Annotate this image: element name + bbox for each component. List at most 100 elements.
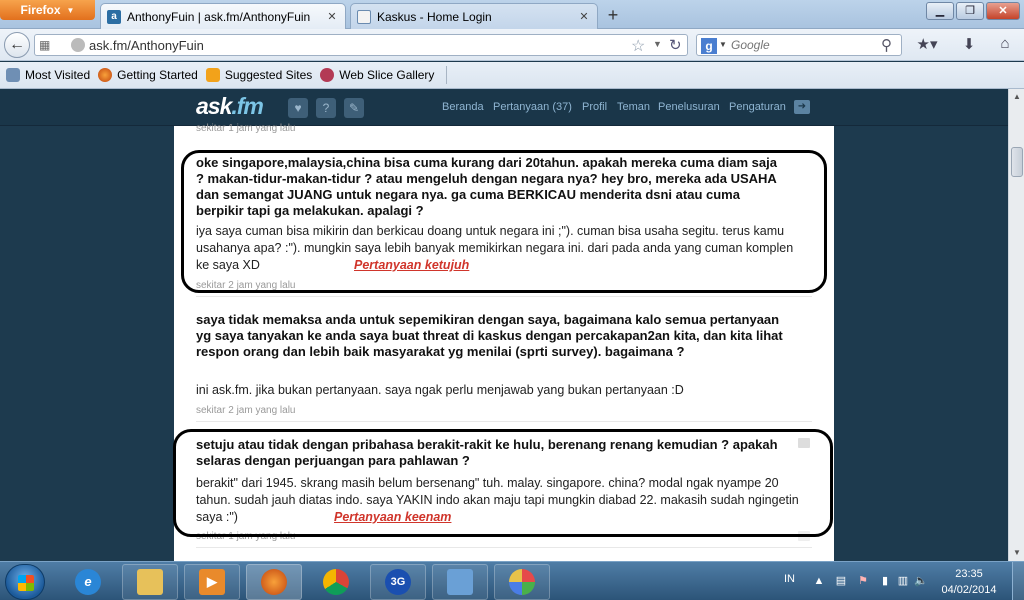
bookmarks-menu-icon[interactable]: ★▾ — [916, 35, 938, 55]
bookmark-label: Most Visited — [25, 68, 91, 82]
firefox-icon — [261, 569, 287, 595]
logo-dot: .fm — [231, 93, 263, 119]
taskbar-chrome[interactable] — [308, 564, 364, 600]
annotation-outline — [173, 429, 833, 537]
menu-profil[interactable]: Profil — [582, 101, 607, 113]
address-bar[interactable]: ▦ ask.fm/AnthonyFuin ☆ ▼ ↻ — [34, 34, 688, 56]
start-button[interactable] — [5, 564, 45, 600]
bookmark-label: Web Slice Gallery — [339, 68, 435, 82]
question-icon[interactable]: ? — [316, 98, 336, 118]
clock-time: 23:35 — [955, 568, 983, 580]
minimize-button[interactable]: ▁ — [926, 2, 954, 20]
taskbar-paint[interactable] — [494, 564, 550, 600]
annotation-outline — [181, 150, 827, 293]
bookmark-folder-icon — [6, 68, 20, 82]
window-close-button[interactable]: ✕ — [986, 2, 1020, 20]
post-divider — [196, 296, 812, 297]
post-time: sekitar 2 jam yang lalu — [196, 405, 296, 416]
battery-icon[interactable]: ▮ — [878, 574, 892, 588]
bookmark-suggested-sites[interactable]: Suggested Sites — [205, 68, 313, 82]
bookmark-getting-started[interactable]: Getting Started — [98, 68, 198, 82]
globe-icon — [71, 38, 85, 52]
menu-penelusuran[interactable]: Penelusuran — [658, 101, 720, 113]
heart-icon[interactable]: ♥ — [288, 98, 308, 118]
menu-pertanyaan[interactable]: Pertanyaan (37) — [493, 101, 572, 113]
askfm-logo[interactable]: ask.fm — [196, 93, 264, 120]
tab-label: AnthonyFuin | ask.fm/AnthonyFuin — [127, 9, 311, 24]
maximize-button[interactable]: ❐ — [956, 2, 984, 20]
web-slice-icon — [320, 68, 335, 82]
taskbar-file-explorer[interactable] — [122, 564, 178, 600]
chevron-down-icon: ▼ — [66, 5, 75, 15]
new-tab-button[interactable]: + — [600, 5, 626, 27]
vertical-scrollbar[interactable]: ▲ ▼ — [1008, 89, 1024, 561]
internet-explorer-icon: e — [75, 569, 101, 595]
scroll-thumb[interactable] — [1011, 147, 1023, 177]
windows-taskbar: e ▶ 3G IN ▲ ▤ ⚑ ▮ ▥ 🔈 23:35 04/02/2014 — [0, 561, 1024, 600]
home-icon[interactable]: ⌂ — [994, 35, 1016, 55]
taskbar-media-player[interactable]: ▶ — [184, 564, 240, 600]
show-desktop-button[interactable] — [1012, 562, 1024, 600]
network-icon[interactable]: ▥ — [896, 574, 910, 588]
question-text: saya tidak memaksa anda untuk sepemikira… — [196, 312, 783, 359]
chrome-icon — [323, 569, 349, 595]
action-center-icon[interactable]: ⚑ — [856, 574, 870, 588]
taskbar-control-panel[interactable] — [432, 564, 488, 600]
toolbar-separator — [446, 66, 448, 84]
control-panel-icon — [447, 569, 473, 595]
navigation-toolbar: ← ▦ ask.fm/AnthonyFuin ☆ ▼ ↻ g ▼ ⚲ ★▾ ⬇ … — [0, 29, 1024, 61]
search-input[interactable] — [731, 37, 871, 53]
kaskus-icon — [357, 9, 371, 24]
close-icon[interactable]: ✕ — [577, 10, 591, 24]
chevron-down-icon[interactable]: ▼ — [719, 40, 727, 49]
answer-text: ini ask.fm. jika bukan pertanyaan. saya … — [196, 383, 684, 397]
taskbar-internet-explorer[interactable]: e — [60, 564, 116, 600]
logo-main: ask — [196, 93, 232, 119]
compose-icon[interactable]: ✎ — [344, 98, 364, 118]
tab-askfm[interactable]: a AnthonyFuin | ask.fm/AnthonyFuin ✕ — [100, 3, 346, 29]
media-player-icon: ▶ — [199, 569, 225, 595]
paint-icon — [509, 569, 535, 595]
show-hidden-icons-icon[interactable]: ▲ — [812, 574, 826, 588]
bookmark-web-slice-gallery[interactable]: Web Slice Gallery — [320, 68, 434, 82]
tray-app-icon[interactable]: ▤ — [834, 574, 848, 588]
search-icon[interactable]: ⚲ — [881, 36, 892, 54]
search-bar[interactable]: g ▼ ⚲ — [696, 34, 902, 56]
menu-teman[interactable]: Teman — [617, 101, 650, 113]
language-indicator[interactable]: IN — [784, 573, 795, 585]
site-identity-icon[interactable]: ▦ — [39, 38, 63, 52]
taskbar-3g-modem[interactable]: 3G — [370, 564, 426, 600]
firefox-menu-button[interactable]: Firefox ▼ — [0, 0, 95, 20]
volume-icon[interactable]: 🔈 — [914, 574, 928, 588]
askfm-icon: a — [107, 9, 121, 24]
3g-modem-icon: 3G — [385, 569, 411, 595]
system-clock[interactable]: 23:35 04/02/2014 — [932, 566, 1006, 598]
back-button[interactable]: ← — [4, 32, 30, 58]
scroll-down-icon[interactable]: ▼ — [1009, 545, 1024, 561]
tab-bar: Firefox ▼ a AnthonyFuin | ask.fm/Anthony… — [0, 0, 1024, 29]
windows-logo-icon — [18, 575, 34, 591]
menu-beranda[interactable]: Beranda — [442, 101, 484, 113]
tab-kaskus[interactable]: Kaskus - Home Login ✕ — [350, 3, 598, 29]
bookmark-most-visited[interactable]: Most Visited — [6, 68, 90, 82]
bookmark-label: Suggested Sites — [224, 68, 313, 82]
firefox-icon — [98, 68, 113, 82]
file-explorer-icon — [137, 569, 163, 595]
close-icon[interactable]: ✕ — [325, 10, 339, 24]
download-icon[interactable]: ⬇ — [958, 35, 980, 55]
post-divider — [196, 547, 812, 548]
chevron-down-icon[interactable]: ▼ — [653, 39, 662, 49]
suggested-sites-icon — [205, 68, 220, 82]
post-time: sekitar 1 jam yang lalu — [196, 123, 296, 134]
taskbar-firefox[interactable] — [246, 564, 302, 600]
firefox-menu-label: Firefox — [20, 3, 61, 17]
tab-label: Kaskus - Home Login — [377, 9, 492, 24]
reload-icon[interactable]: ↻ — [669, 36, 682, 54]
url-text[interactable]: ask.fm/AnthonyFuin — [89, 38, 204, 53]
menu-pengaturan[interactable]: Pengaturan — [729, 101, 786, 113]
bookmark-star-icon[interactable]: ☆ — [631, 36, 645, 56]
scroll-up-icon[interactable]: ▲ — [1009, 89, 1024, 105]
logout-icon[interactable]: ➜ — [794, 100, 810, 114]
bookmark-label: Getting Started — [117, 68, 198, 82]
google-icon[interactable]: g — [701, 38, 717, 54]
